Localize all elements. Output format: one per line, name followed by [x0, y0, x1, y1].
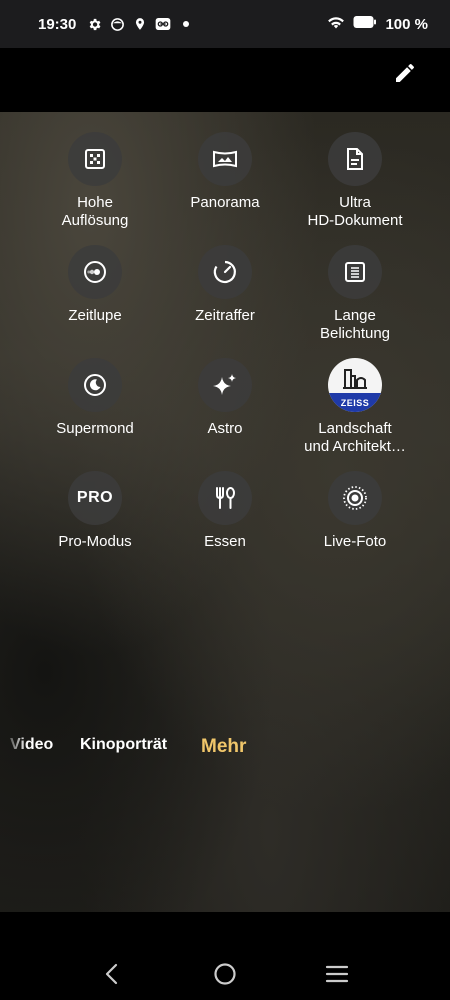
mode-label: Zeitraffer — [195, 307, 255, 324]
mode-label: Live-Foto — [323, 533, 387, 550]
mode-food[interactable]: Essen — [160, 471, 290, 584]
zeiss-icon: ZEISS — [328, 358, 382, 412]
recent-apps-button[interactable] — [322, 959, 352, 989]
link-icon — [155, 16, 171, 32]
mode-slow-motion[interactable]: Zeitlupe — [30, 245, 160, 358]
back-icon — [105, 963, 118, 985]
pro-icon: PRO — [68, 471, 122, 525]
camera-top-bar — [0, 48, 450, 112]
gear-icon — [86, 16, 102, 32]
timelapse-icon — [198, 245, 252, 299]
home-button[interactable] — [210, 959, 240, 989]
pencil-icon — [396, 63, 414, 82]
face-icon — [109, 16, 125, 32]
mode-live-photo[interactable]: Live-Foto — [290, 471, 420, 584]
tab-mehr[interactable]: Mehr — [201, 736, 246, 758]
mode-label: Panorama — [190, 194, 260, 211]
long-exposure-icon — [328, 245, 382, 299]
mode-landscape-architecture[interactable]: ZEISS Landschaft und Architekt… — [290, 358, 420, 471]
panorama-icon — [198, 132, 252, 186]
tab-kinoportrait[interactable]: Kinoporträt — [80, 736, 167, 754]
edit-button[interactable] — [390, 58, 420, 88]
mode-astro[interactable]: Astro — [160, 358, 290, 471]
battery-level: 100 % — [385, 15, 428, 33]
status-bar: 19:30 100 % — [0, 0, 450, 48]
high-resolution-icon — [68, 132, 122, 186]
mode-label: Essen — [204, 533, 246, 550]
food-icon — [198, 471, 252, 525]
location-icon — [132, 16, 148, 32]
mode-label: Lange Belichtung — [319, 307, 391, 342]
document-icon — [328, 132, 382, 186]
mode-panorama[interactable]: Panorama — [160, 132, 290, 245]
camera-mode-tabs: Video Kinoporträt Mehr — [0, 736, 450, 760]
modes-grid: Hohe Auflösung Panorama Ultra HD-Dokumen… — [30, 132, 420, 584]
menu-icon — [325, 965, 349, 983]
moon-icon — [68, 358, 122, 412]
navigation-bar — [0, 912, 450, 1000]
mode-label: Landschaft und Architekt… — [304, 420, 406, 455]
mode-supermoon[interactable]: Supermond — [30, 358, 160, 471]
mode-label: Ultra HD-Dokument — [307, 194, 403, 229]
slow-motion-icon — [68, 245, 122, 299]
tab-video[interactable]: Video — [10, 736, 53, 754]
home-icon — [214, 963, 236, 985]
status-time: 19:30 — [38, 15, 77, 33]
battery-icon — [353, 15, 377, 33]
mode-label: Zeitlupe — [68, 307, 122, 324]
mode-label: Hohe Auflösung — [61, 194, 129, 229]
pro-badge: PRO — [76, 489, 114, 506]
mode-long-exposure[interactable]: Lange Belichtung — [290, 245, 420, 358]
mode-timelapse[interactable]: Zeitraffer — [160, 245, 290, 358]
mode-pro[interactable]: PRO Pro-Modus — [30, 471, 160, 584]
mode-label: Pro-Modus — [58, 533, 132, 550]
dot-icon — [178, 16, 194, 32]
mode-label: Supermond — [56, 420, 134, 437]
live-photo-icon — [328, 471, 382, 525]
viewfinder: Hohe Auflösung Panorama Ultra HD-Dokumen… — [0, 112, 450, 912]
back-button[interactable] — [97, 959, 127, 989]
zeiss-badge: ZEISS — [340, 398, 370, 408]
mode-label: Astro — [207, 420, 243, 437]
wifi-icon — [327, 15, 345, 34]
mode-hd-document[interactable]: Ultra HD-Dokument — [290, 132, 420, 245]
mode-high-resolution[interactable]: Hohe Auflösung — [30, 132, 160, 245]
stars-icon — [198, 358, 252, 412]
